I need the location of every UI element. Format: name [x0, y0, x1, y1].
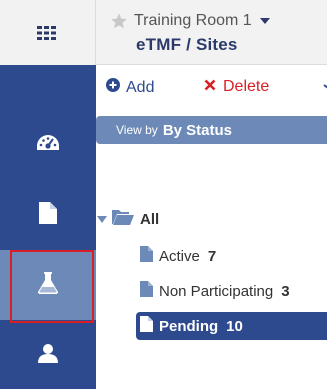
nav-item-users[interactable] [0, 320, 96, 390]
plus-circle-icon [106, 78, 120, 97]
tree-root-all[interactable]: All [96, 209, 159, 230]
file-icon [140, 315, 153, 337]
room-selector[interactable]: Training Room 1 [110, 12, 270, 30]
file-icon [140, 245, 153, 267]
tree-node-count: 7 [207, 247, 217, 265]
delete-button-label: Delete [223, 78, 270, 95]
nav-item-dashboard[interactable] [0, 110, 96, 180]
nav-item-sites[interactable] [0, 250, 96, 320]
close-icon [204, 78, 216, 96]
app-launcher-area [0, 0, 96, 65]
tree-node-label: Active [159, 247, 200, 265]
add-button[interactable]: Add [106, 78, 154, 97]
more-actions-button[interactable] [322, 80, 327, 98]
view-by-label: View by [116, 123, 158, 137]
delete-button[interactable]: Delete [204, 78, 269, 96]
add-button-label: Add [126, 78, 155, 96]
arrow-icon [322, 80, 327, 98]
tree-node-count: 10 [226, 317, 243, 335]
page-title: eTMF / Sites [136, 35, 238, 54]
caret-down-icon[interactable] [259, 18, 270, 24]
flask-icon [38, 271, 58, 299]
status-tree: All Active 7 Non Participating 3 Pending… [96, 200, 327, 389]
view-by-value: By Status [162, 121, 232, 139]
tree-node-non-participating[interactable]: Non Participating 3 [140, 280, 290, 302]
tree-root-label: All [140, 211, 160, 228]
dashboard-icon [35, 133, 61, 158]
caret-down-icon[interactable] [97, 211, 107, 229]
user-icon [38, 343, 58, 368]
document-icon [39, 201, 57, 229]
grid-apps-icon[interactable] [37, 26, 57, 45]
tree-node-pending[interactable]: Pending 10 [136, 312, 327, 340]
left-nav [0, 65, 96, 389]
room-name: Training Room 1 [134, 12, 252, 29]
tree-node-label: Pending [159, 317, 219, 335]
folder-open-icon [112, 209, 134, 230]
nav-item-documents[interactable] [0, 180, 96, 250]
tree-node-label: Non Participating [159, 282, 274, 300]
page-header: Training Room 1 eTMF / Sites [96, 0, 327, 65]
tree-node-count: 3 [281, 282, 290, 300]
file-icon [140, 280, 153, 302]
star-icon[interactable] [110, 12, 128, 30]
tree-node-active[interactable]: Active 7 [140, 245, 216, 267]
view-by-selector[interactable]: View by By Status [96, 116, 327, 144]
toolbar: Add Delete [96, 65, 327, 111]
